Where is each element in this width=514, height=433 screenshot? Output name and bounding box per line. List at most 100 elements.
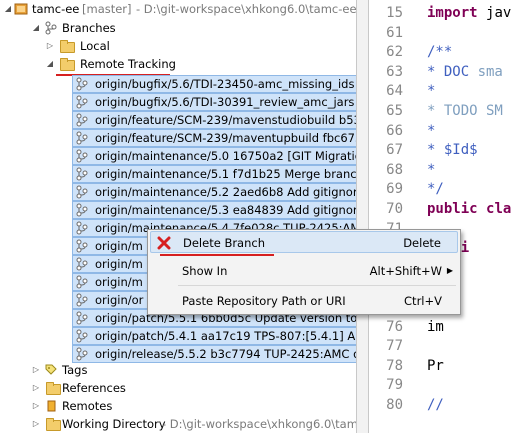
tags-label: Tags xyxy=(62,363,88,377)
working-directory-path: - D:\git-workspace\xhkong6.0\tamc xyxy=(162,417,356,431)
remote-tracking-node[interactable]: ◢ Remote Tracking xyxy=(0,55,356,73)
repo-path: - D:\git-workspace\xhkong6.0\tamc-ee\. xyxy=(136,2,356,16)
remote-branch-row[interactable]: origin/maintenance/5.1 f7d1b25 Merge bra… xyxy=(72,165,356,183)
delete-x-icon xyxy=(157,236,171,250)
tag-icon xyxy=(45,364,57,375)
code-token: import xyxy=(427,5,487,21)
delete-branch-label: Delete Branch xyxy=(183,236,266,250)
branches-node[interactable]: ◢ Branches xyxy=(0,19,356,37)
remote-branch-label: origin/patch/5.4.1 aa17c19 TPS-807:[5.4.… xyxy=(95,329,356,343)
branches-label: Branches xyxy=(62,21,116,35)
branch-icon xyxy=(76,113,88,127)
folder-icon xyxy=(60,40,75,55)
collapse-arrow-icon[interactable]: ◢ xyxy=(2,0,14,18)
code-token: public xyxy=(427,201,487,217)
branch-icon xyxy=(76,185,88,199)
expand-arrow-icon[interactable]: ▷ xyxy=(30,397,42,415)
repo-node[interactable]: ◢ tamc-ee [master] - D:\git-workspace\xh… xyxy=(0,0,356,18)
code-token: /** xyxy=(427,44,453,61)
code-token: */ xyxy=(427,181,444,198)
branch-icon xyxy=(76,239,88,253)
remote-branch-row[interactable]: origin/maintenance/5.2 2aed6b8 Add gitig… xyxy=(72,183,356,201)
tags-node[interactable]: ▷ Tags xyxy=(0,361,356,379)
java-editor[interactable]: 15 import jav 61 62/** 63 * DOC sma 64 * 65 * … xyxy=(368,0,514,433)
expand-arrow-icon[interactable]: ▷ xyxy=(44,37,56,55)
remote-branch-row[interactable]: origin/bugfix/5.6/TDI-23450-amc_missing_… xyxy=(72,75,356,93)
folder-open-icon xyxy=(60,58,75,73)
references-node[interactable]: ▷ References xyxy=(0,379,356,397)
code-token: Pr xyxy=(427,357,444,374)
branch-icon xyxy=(76,77,88,91)
remote-icon xyxy=(47,400,56,412)
menu-item-delete-branch[interactable]: Delete Branch Delete xyxy=(150,231,458,253)
code-token: * xyxy=(427,122,436,139)
remote-branch-label: origin/release/5.5.2 b3c7794 TUP-2425:AM… xyxy=(95,347,356,361)
remote-branch-label: origin/m xyxy=(95,257,143,271)
remotes-node[interactable]: ▷ Remotes xyxy=(0,397,356,415)
remote-branch-label: origin/feature/SCM-239/maventupbuild fbc… xyxy=(95,131,356,145)
branch-icon xyxy=(76,221,88,235)
code-token: * xyxy=(427,83,436,100)
branch-icon xyxy=(76,167,88,181)
remote-branch-label: origin/maintenance/5.3 ea84839 Add gitig… xyxy=(95,203,356,217)
code-line[interactable]: Pr xyxy=(427,355,444,377)
local-node[interactable]: ▷ Local xyxy=(0,37,356,55)
collapse-arrow-icon[interactable]: ◢ xyxy=(30,19,42,37)
expand-arrow-icon[interactable]: ▷ xyxy=(30,361,42,379)
remote-branch-label: origin/maintenance/5.0 16750a2 [GIT Migr… xyxy=(95,149,356,163)
remote-branch-row[interactable]: origin/feature/SCM-239/maventupbuild fbc… xyxy=(72,129,356,147)
line-number: 80 xyxy=(386,397,403,413)
remote-branch-row[interactable]: origin/maintenance/5.3 ea84839 Add gitig… xyxy=(72,201,356,219)
remote-branch-label: origin/m xyxy=(95,275,143,289)
collapse-arrow-icon[interactable]: ◢ xyxy=(44,55,56,73)
remotes-label: Remotes xyxy=(62,399,113,413)
code-token: * xyxy=(427,161,436,178)
remote-branch-row[interactable]: origin/feature/SCM-239/mavenstudiobuild … xyxy=(72,111,356,129)
remote-branch-row[interactable]: origin/bugfix/5.6/TDI-30391_review_amc_j… xyxy=(72,93,356,111)
code-line[interactable]: public cla xyxy=(427,198,511,220)
code-token: * $Id$ xyxy=(427,142,478,159)
expand-arrow-icon[interactable]: ▷ xyxy=(30,415,42,433)
menu-item-paste-repository-path[interactable]: Paste Repository Path or URI Ctrl+V xyxy=(150,290,458,312)
submenu-arrow-icon: ▶ xyxy=(446,266,453,275)
code-token: * TODO SM xyxy=(427,103,503,119)
show-in-shortcut: Alt+Shift+W xyxy=(369,264,442,278)
remote-branch-label: origin/or xyxy=(95,293,144,307)
remote-branch-row[interactable]: origin/patch/5.4.1 aa17c19 TPS-807:[5.4.… xyxy=(72,327,356,345)
show-in-label: Show In xyxy=(182,264,228,278)
branch-icon xyxy=(76,293,88,307)
branch-icon xyxy=(76,329,88,343)
code-line[interactable]: * TODO SM xyxy=(427,100,503,122)
remote-branch-label: origin/bugfix/5.6/TDI-30391_review_amc_j… xyxy=(95,95,356,109)
branch-icon xyxy=(76,149,88,163)
code-token: jav xyxy=(486,5,512,21)
paste-path-shortcut: Ctrl+V xyxy=(404,294,442,308)
code-line[interactable]: import jav xyxy=(427,2,511,24)
code-line[interactable]: * DOC sma xyxy=(427,61,503,83)
repo-name: tamc-ee xyxy=(32,2,80,16)
remote-branch-label: origin/feature/SCM-239/mavenstudiobuild … xyxy=(95,113,356,127)
branch-icon xyxy=(76,347,88,361)
local-label: Local xyxy=(80,39,110,53)
folder-icon xyxy=(46,418,61,433)
branch-icon xyxy=(76,257,88,271)
git-repositories-tree: ◢ tamc-ee [master] - D:\git-workspace\xh… xyxy=(0,0,356,433)
branch-icon xyxy=(76,203,88,217)
code-line[interactable]: // xyxy=(427,394,444,416)
annotation-underline xyxy=(160,254,274,256)
repo-branch-tag: [master] xyxy=(82,2,132,16)
code-token: cla xyxy=(486,201,512,217)
branch-icon xyxy=(76,95,88,109)
working-directory-node[interactable]: ▷ Working Directory - D:\git-workspace\x… xyxy=(0,415,356,433)
remote-branch-row[interactable]: origin/maintenance/5.0 16750a2 [GIT Migr… xyxy=(72,147,356,165)
references-label: References xyxy=(62,381,126,395)
expand-arrow-icon[interactable]: ▷ xyxy=(30,379,42,397)
git-repository-icon xyxy=(14,3,28,15)
code-line[interactable]: im xyxy=(427,316,444,338)
code-token: im xyxy=(427,318,444,335)
remote-branch-label: origin/maintenance/5.1 f7d1b25 Merge bra… xyxy=(95,167,356,181)
context-menu: Delete Branch Delete Show In Alt+Shift+W… xyxy=(147,229,461,315)
menu-separator xyxy=(178,285,456,286)
menu-item-show-in[interactable]: Show In Alt+Shift+W ▶ xyxy=(150,260,458,282)
working-directory-label: Working Directory xyxy=(62,417,166,431)
